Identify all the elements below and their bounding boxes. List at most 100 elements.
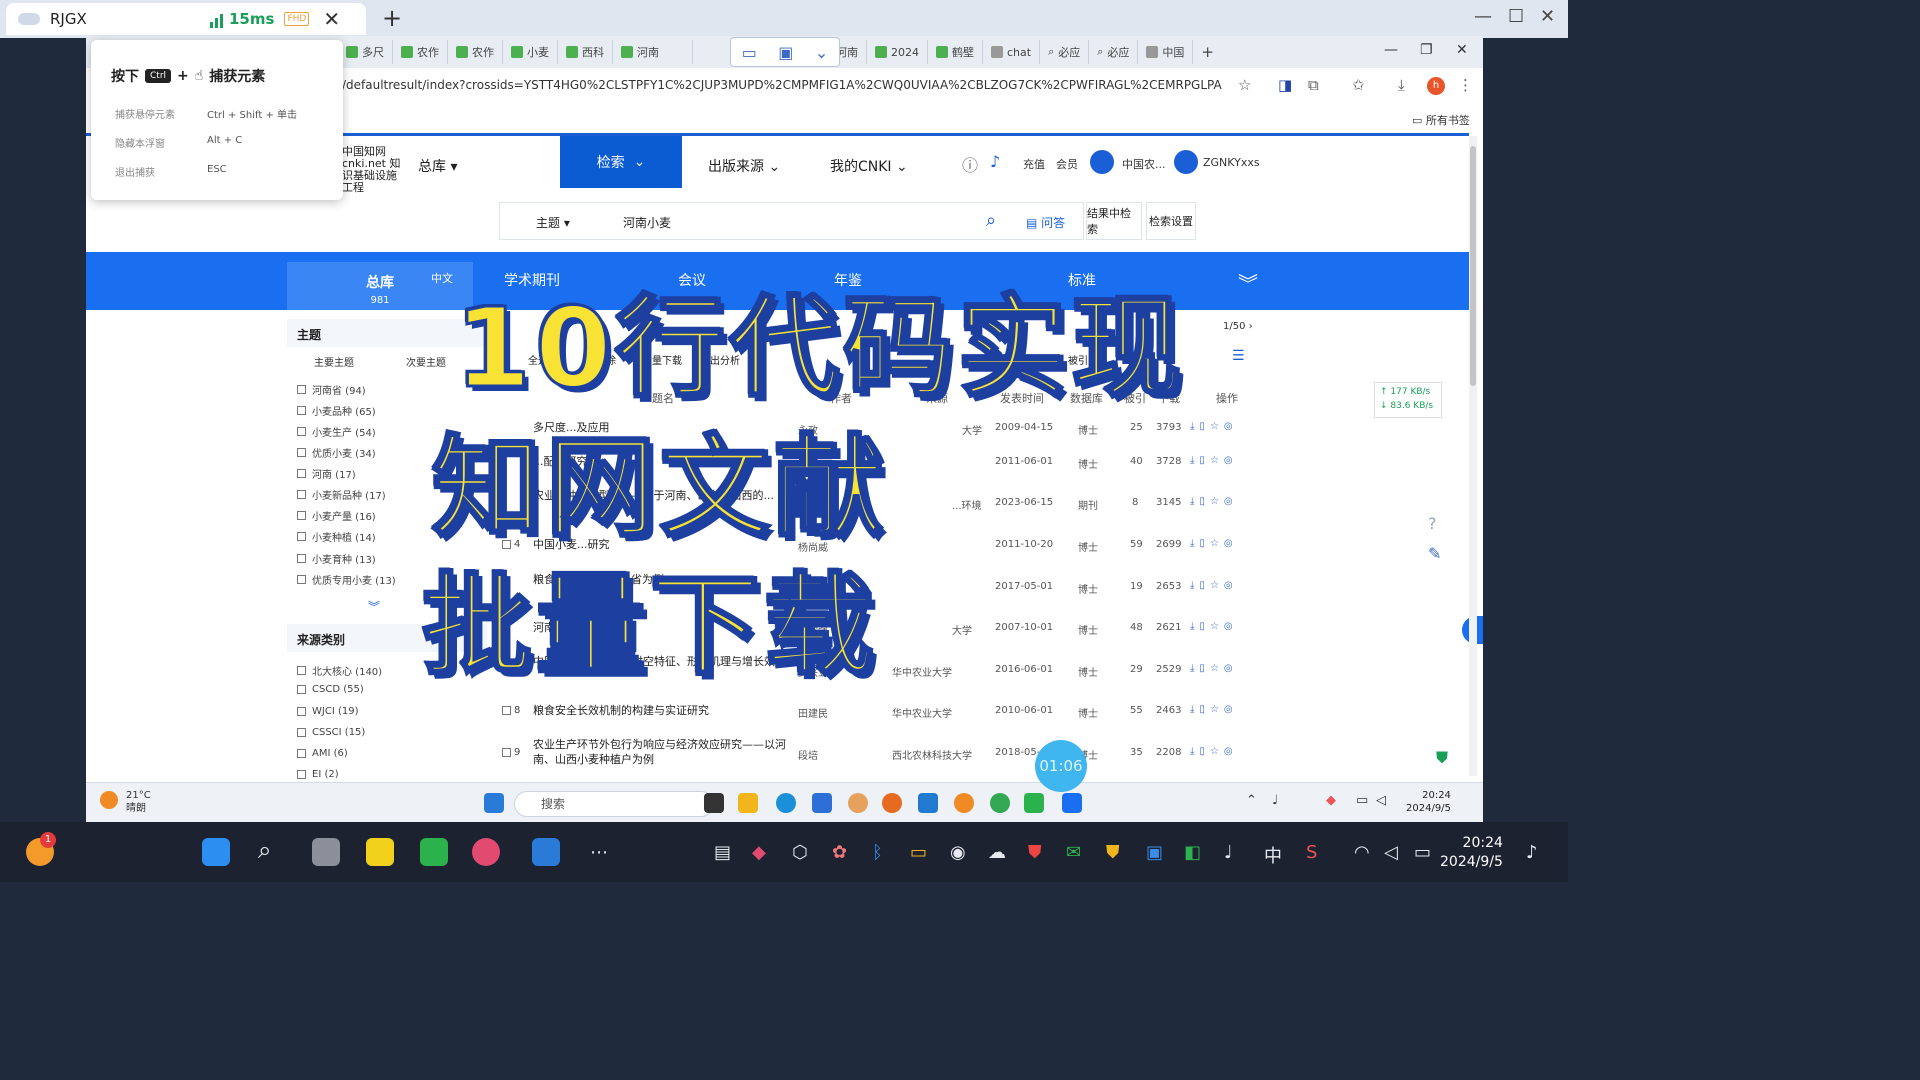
- battery-icon[interactable]: ▭: [1414, 842, 1431, 863]
- remote-session-tab[interactable]: RJGX 15ms FHD ✕: [6, 3, 366, 35]
- download-icon[interactable]: ⤓: [1398, 76, 1405, 94]
- display-check-icon[interactable]: ▣: [778, 43, 793, 62]
- tray-app-icon[interactable]: ▤: [714, 842, 731, 863]
- tray-app-icon[interactable]: S: [1306, 842, 1317, 863]
- microphone-icon[interactable]: ♩: [1224, 842, 1233, 863]
- cloud-icon[interactable]: ☁: [988, 842, 1006, 863]
- close-session-icon[interactable]: ✕: [323, 7, 340, 31]
- row-actions[interactable]: ⤓▯☆◎: [1190, 455, 1238, 466]
- windows-start-icon[interactable]: [484, 793, 504, 813]
- system-clock[interactable]: 20:24 2024/9/5: [1440, 834, 1503, 872]
- vscode-icon[interactable]: [918, 793, 938, 813]
- result-author[interactable]: 段培: [798, 747, 818, 762]
- checkbox[interactable]: [297, 728, 306, 737]
- remote-clock[interactable]: 20:24 2024/9/5: [1406, 789, 1451, 815]
- row-actions[interactable]: ⤓▯☆◎: [1190, 746, 1238, 757]
- institution-name[interactable]: 中国农...: [1122, 156, 1166, 172]
- browser-minimize-icon[interactable]: —: [1384, 42, 1398, 58]
- result-author[interactable]: 田建民: [798, 705, 828, 720]
- scrollbar-thumb[interactable]: [1470, 146, 1476, 386]
- qa-button[interactable]: ▤ 问答: [1026, 214, 1065, 231]
- search-settings-button[interactable]: 检索设置: [1146, 202, 1196, 240]
- facet-option[interactable]: AMI (6): [297, 748, 348, 759]
- browser-tab[interactable]: 农作: [448, 40, 503, 64]
- result-source[interactable]: 西北农林科技大学: [892, 747, 972, 762]
- browser-tab[interactable]: 河南: [613, 40, 693, 64]
- ime-indicator[interactable]: 中: [1264, 842, 1282, 868]
- extensions-icon[interactable]: ⧉: [1308, 76, 1319, 94]
- more-menu-icon[interactable]: ⋮: [1458, 76, 1473, 94]
- recharge-link[interactable]: 充值: [1023, 156, 1045, 172]
- app-icon[interactable]: [1062, 793, 1082, 813]
- all-bookmarks-link[interactable]: ▭ 所有书签: [1412, 112, 1470, 128]
- checkbox[interactable]: [297, 749, 306, 758]
- screen-icon[interactable]: ▭: [742, 43, 757, 62]
- recording-timer[interactable]: 01:06: [1035, 740, 1087, 792]
- browser-tab[interactable]: ⌕ 必应: [1089, 40, 1139, 64]
- result-title[interactable]: 农业生产环节外包行为响应与经济效应研究——以河南、山西小麦种植户为例: [533, 737, 789, 767]
- security-shield-icon[interactable]: ⛊: [1028, 842, 1042, 863]
- search-input[interactable]: 河南小麦: [623, 214, 671, 231]
- tray-app-icon[interactable]: ✿: [832, 842, 847, 863]
- browser-restore-icon[interactable]: ❐: [1420, 42, 1433, 58]
- firefox-icon[interactable]: [882, 793, 902, 813]
- checkbox[interactable]: [297, 385, 306, 394]
- file-explorer-icon[interactable]: [738, 793, 758, 813]
- page-scrollbar[interactable]: [1469, 136, 1477, 776]
- row-actions[interactable]: ⤓▯☆◎: [1190, 663, 1238, 674]
- user-name[interactable]: ZGNKYxxs: [1203, 156, 1260, 169]
- task-view-icon[interactable]: [704, 793, 724, 813]
- quality-badge[interactable]: FHD: [284, 12, 310, 26]
- tray-app-icon[interactable]: ⬡: [792, 842, 808, 863]
- row-actions[interactable]: ⤓▯☆◎: [1190, 496, 1238, 507]
- browser-tab[interactable]: 2024: [867, 40, 928, 64]
- profile-avatar[interactable]: h: [1427, 77, 1445, 95]
- search-app-icon[interactable]: [954, 793, 974, 813]
- edge-icon[interactable]: [776, 793, 796, 813]
- browser-close-icon[interactable]: ✕: [1456, 42, 1468, 58]
- weather-icon[interactable]: [100, 791, 118, 809]
- minimize-icon[interactable]: —: [1474, 6, 1492, 27]
- volume-icon[interactable]: ◁: [1376, 793, 1386, 808]
- new-session-button[interactable]: +: [382, 4, 402, 32]
- tray-app-icon[interactable]: ▣: [1146, 842, 1163, 863]
- nav-my-cnki[interactable]: 我的CNKI ⌄: [830, 156, 908, 176]
- browser-tab[interactable]: ⌕ 必应: [1040, 40, 1090, 64]
- close-icon[interactable]: ✕: [1540, 6, 1555, 27]
- result-title[interactable]: 粮食安全长效机制的构建与实证研究: [533, 703, 789, 718]
- more-apps-icon[interactable]: ⋯: [590, 842, 608, 863]
- windows-start-icon[interactable]: [202, 838, 230, 866]
- volume-icon[interactable]: ◁: [1384, 842, 1398, 863]
- nav-publish-source[interactable]: 出版来源 ⌄: [708, 156, 780, 176]
- nav-search-tab[interactable]: 检索 ⌄: [560, 136, 682, 188]
- tray-app-icon[interactable]: ◉: [950, 842, 966, 863]
- search-icon[interactable]: ⌕: [258, 836, 271, 864]
- display-icon[interactable]: ▭: [1356, 793, 1368, 808]
- taskbar-search[interactable]: 搜索: [514, 791, 714, 817]
- browser-tab[interactable]: 小麦: [503, 40, 558, 64]
- help-bubble-icon[interactable]: ?: [1428, 514, 1437, 533]
- help-icon[interactable]: ⓘ: [962, 152, 978, 176]
- tray-chevron-up-icon[interactable]: ⌃: [1246, 793, 1257, 808]
- checkbox[interactable]: [502, 748, 511, 757]
- app-icon[interactable]: [420, 838, 448, 866]
- search-icon[interactable]: ⌕: [986, 210, 996, 231]
- tray-app-icon[interactable]: ◆: [752, 842, 766, 863]
- checkbox[interactable]: [297, 707, 306, 716]
- wifi-icon[interactable]: ◠: [1354, 842, 1370, 863]
- checkbox[interactable]: [297, 770, 306, 779]
- browser-tab[interactable]: chat: [983, 40, 1041, 64]
- row-actions[interactable]: ⤓▯☆◎: [1190, 580, 1238, 591]
- facet-option[interactable]: WJCI (19): [297, 706, 358, 717]
- row-actions[interactable]: ⤓▯☆◎: [1190, 704, 1238, 715]
- folder-icon[interactable]: ▭: [910, 842, 927, 863]
- browser-tab[interactable]: 中国: [1138, 40, 1194, 64]
- browser-tab[interactable]: 多尺: [338, 40, 393, 64]
- app-icon[interactable]: [812, 793, 832, 813]
- browser-tab[interactable]: 鹤壁: [928, 40, 983, 64]
- url-field[interactable]: /defaultresult/index?crossids=YSTT4HG0%2…: [342, 78, 1222, 92]
- remote-desktop-icon[interactable]: [532, 838, 560, 866]
- result-source[interactable]: 华中农业大学: [892, 705, 952, 720]
- weather-widget[interactable]: 21°C 晴朗: [126, 789, 151, 815]
- shield-icon[interactable]: ⛊: [1436, 748, 1448, 768]
